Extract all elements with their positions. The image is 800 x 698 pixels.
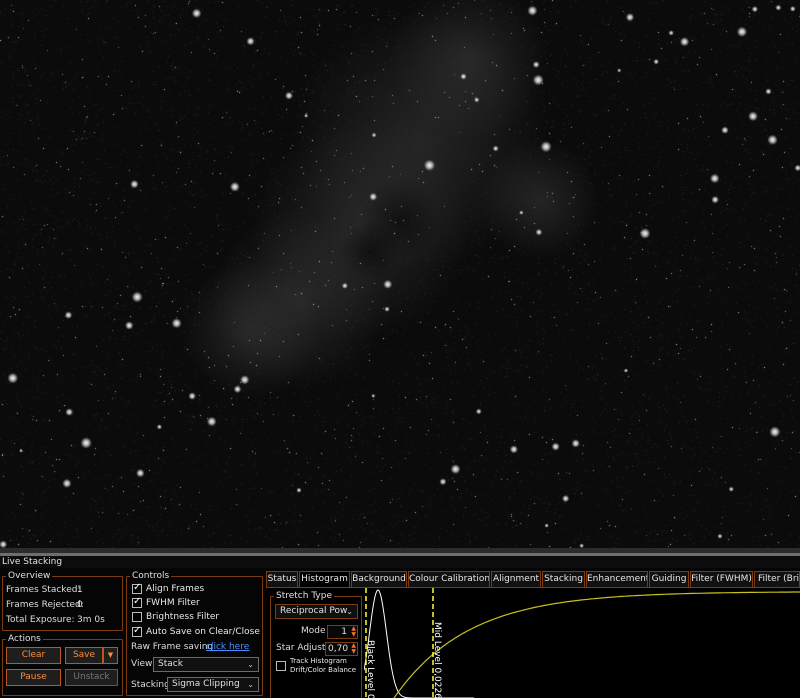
view-select[interactable]: Stack ⌄ [153, 657, 259, 672]
overview-legend: Overview [8, 571, 51, 581]
save-button[interactable]: Save [65, 647, 103, 664]
chevron-down-icon: ⌄ [247, 660, 254, 669]
brightness-filter-checkbox[interactable] [132, 612, 142, 622]
tab-filter-fwhm[interactable]: Filter (FWHM) [690, 571, 753, 588]
tab-filter-brightness[interactable]: Filter (Brig [754, 571, 800, 588]
star-adjust-spinner[interactable]: 0,70 ▲ ▼ [325, 642, 358, 656]
brightness-filter-label: Brightness Filter [146, 612, 220, 622]
stacking-label: Stacking [131, 680, 170, 690]
track-histogram-label-2: Drift/Color Balance [290, 666, 357, 674]
total-exposure-label: Total Exposure: [6, 615, 75, 625]
tab-colour-calibration[interactable]: Colour Calibration [408, 571, 490, 588]
unstack-button[interactable]: Unstack [65, 669, 118, 686]
total-exposure-value: 3m 0s [77, 615, 105, 625]
histogram-curve [364, 589, 474, 698]
tab-stacking[interactable]: Stacking [542, 571, 585, 588]
tab-guiding[interactable]: Guiding [649, 571, 689, 588]
clear-button[interactable]: Clear [6, 647, 61, 664]
stacking-select-value: Sigma Clipping [172, 679, 240, 689]
actions-group: Actions [2, 634, 123, 696]
black-level-label: Black Level 0 [365, 640, 375, 698]
view-label: View [131, 659, 153, 669]
align-frames-checkbox[interactable] [132, 582, 142, 594]
tab-status[interactable]: Status [266, 571, 298, 588]
mode-label: Mode [301, 626, 326, 636]
auto-save-label: Auto Save on Clear/Close [146, 627, 260, 637]
view-select-value: Stack [158, 659, 183, 669]
frames-rejected-label: Frames Rejected: [6, 600, 84, 610]
track-histogram-label-1: Track Histogram [290, 657, 347, 665]
stretch-transfer-curve [393, 591, 800, 698]
stretch-type-legend: Stretch Type [276, 591, 332, 601]
chevron-down-icon: ⌄ [247, 680, 254, 689]
spin-down-icon[interactable]: ▼ [351, 649, 356, 655]
mid-level-label: Mid Level 0,0226 [432, 622, 442, 698]
star-adjust-value: 0,70 [328, 644, 349, 654]
track-histogram-checkbox[interactable] [276, 661, 286, 671]
mode-spinner[interactable]: 1 ▲ ▼ [327, 625, 358, 639]
stretch-type-select[interactable]: Reciprocal Pow ⌄ [275, 604, 358, 619]
frames-stacked-value: 1 [77, 585, 83, 595]
nebula-stack-image [0, 0, 800, 553]
controls-legend: Controls [132, 571, 170, 581]
panel-title: Live Stacking [0, 556, 800, 568]
actions-legend: Actions [8, 634, 41, 644]
stacking-select[interactable]: Sigma Clipping ⌄ [167, 677, 259, 692]
tab-background[interactable]: Background [351, 571, 407, 588]
raw-frame-label: Raw Frame saving [131, 642, 214, 652]
auto-save-checkbox[interactable] [132, 625, 142, 637]
tab-enhancement[interactable]: Enhancement [586, 571, 648, 588]
align-frames-label: Align Frames [146, 584, 205, 594]
mode-value: 1 [341, 627, 347, 637]
tab-bar: Status Histogram Background Colour Calib… [266, 571, 800, 589]
fwhm-filter-label: FWHM Filter [146, 598, 200, 608]
tab-alignment[interactable]: Alignment [491, 571, 541, 588]
chevron-down-icon: ⌄ [346, 607, 353, 616]
fwhm-filter-checkbox[interactable] [132, 596, 142, 608]
stretch-type-value: Reciprocal Pow [280, 606, 348, 616]
frames-rejected-value: 0 [77, 600, 83, 610]
save-dropdown-button[interactable]: ▼ [103, 647, 118, 664]
spin-down-icon[interactable]: ▼ [351, 632, 356, 638]
star-adjust-label: Star Adjust [276, 643, 326, 653]
histogram-plot[interactable]: Black Level 0 Mid Level 0,0226 [364, 588, 800, 698]
pause-button[interactable]: Pause [6, 669, 61, 686]
raw-frame-link[interactable]: click here [206, 642, 249, 653]
frames-stacked-label: Frames Stacked: [6, 585, 81, 595]
